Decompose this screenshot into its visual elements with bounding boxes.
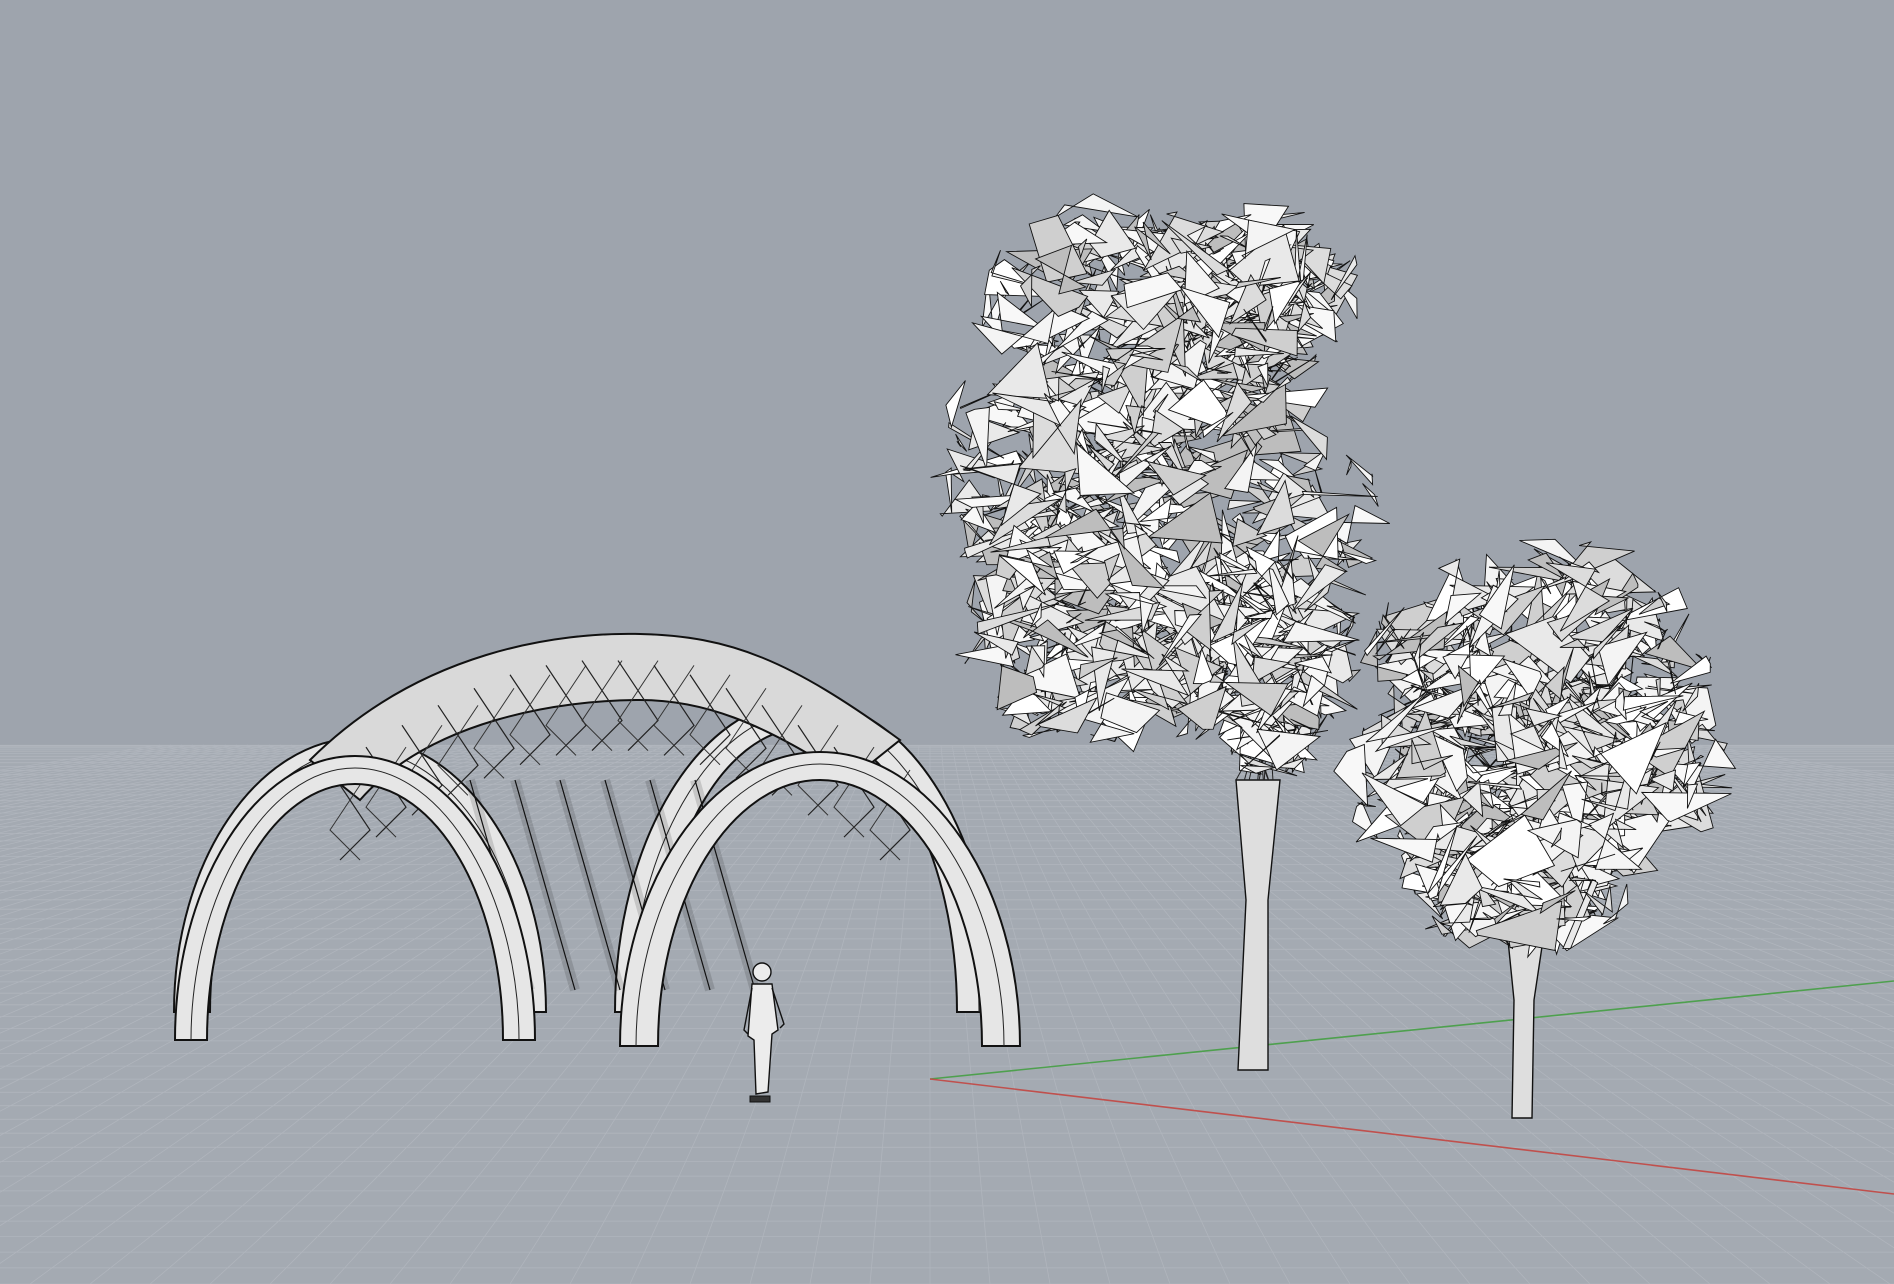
canopy (930, 193, 1391, 777)
leaf-facet (1362, 483, 1379, 507)
feet (749, 1095, 771, 1103)
leaf-facet (1300, 518, 1313, 522)
leaf-facet (1129, 416, 1132, 423)
leaf-facet (1346, 459, 1352, 476)
scene-canvas[interactable] (0, 0, 1894, 1284)
head (752, 962, 772, 982)
leaf-facet (1314, 468, 1323, 494)
leaf-facet (1345, 454, 1374, 486)
leaf-facet (1054, 193, 1139, 218)
leaf-facet (945, 380, 966, 429)
rhino-perspective-viewport[interactable] (0, 0, 1894, 1284)
